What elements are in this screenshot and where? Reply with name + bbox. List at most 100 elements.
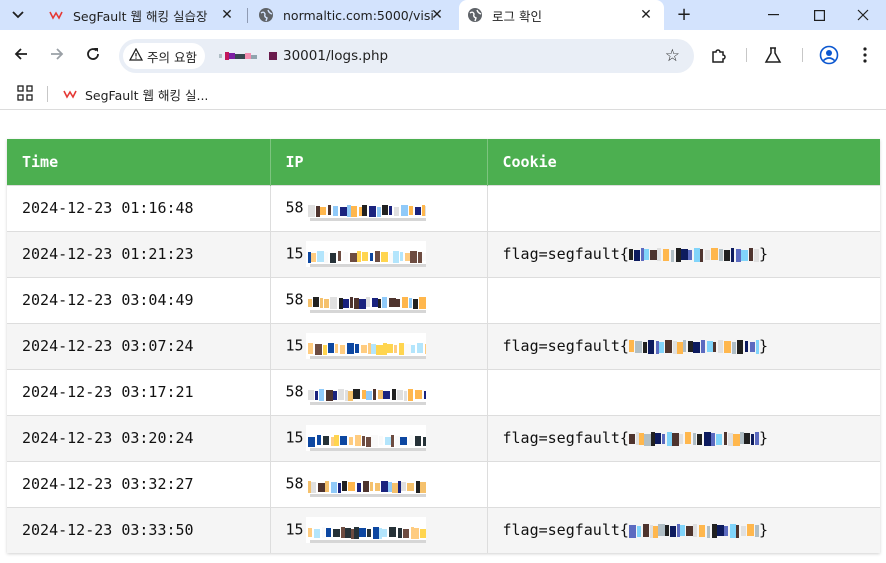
reload-icon <box>87 48 99 60</box>
redacted-host-icon <box>219 52 257 60</box>
profile-button[interactable] <box>818 44 840 66</box>
arrow-right-icon <box>51 48 64 60</box>
cell-ip: 15 <box>270 506 488 553</box>
browser-toolbar: 주의 요함 30001/logs.php ☆ <box>0 30 886 78</box>
cell-time: 2024-12-23 03:32:27 <box>7 460 271 507</box>
bookmarks-divider <box>47 86 48 102</box>
cell-ip: 15 <box>270 414 488 461</box>
flask-icon <box>764 47 782 63</box>
globe-icon <box>258 7 274 23</box>
redacted-flag-icon <box>628 431 760 446</box>
cookie-suffix: } <box>758 429 768 447</box>
segfault-logo-icon <box>48 7 64 23</box>
forward-button[interactable] <box>45 42 69 66</box>
redacted-ip-icon <box>305 517 427 544</box>
cell-time: 2024-12-23 03:17:21 <box>7 368 271 415</box>
segfault-logo-icon <box>62 86 78 102</box>
table-row: 2024-12-23 03:33:50 15 flag=segfault{} <box>7 506 880 553</box>
cell-cookie: flag=segfault{} <box>487 506 880 553</box>
redacted-flag-icon <box>628 339 763 354</box>
account-icon <box>819 45 839 65</box>
bookmark-star-icon[interactable]: ☆ <box>665 47 680 65</box>
page-content: Time IP Cookie 2024-12-23 01:16:48 58 2024… <box>0 111 886 563</box>
maximize-button[interactable] <box>796 0 842 30</box>
ip-prefix: 15 <box>285 428 304 447</box>
toolbar-divider <box>746 48 747 62</box>
ip-prefix: 58 <box>285 382 304 401</box>
bookmark-label: SegFault 웹 해킹 실... <box>85 87 209 103</box>
tab-segfault[interactable]: SegFault 웹 해킹 실습장 ✕ <box>40 0 245 30</box>
cookie-suffix: } <box>758 521 768 540</box>
cell-ip: 58 <box>270 460 488 507</box>
labs-button[interactable] <box>762 44 784 66</box>
maximize-icon <box>813 9 825 21</box>
cell-ip: 58 <box>270 184 488 231</box>
tab-divider <box>247 8 248 23</box>
cell-time: 2024-12-23 03:20:24 <box>7 414 271 461</box>
arrow-left-icon <box>14 48 27 60</box>
url-text[interactable]: 30001/logs.php <box>219 48 388 64</box>
close-icon[interactable]: ✕ <box>429 7 445 23</box>
ip-prefix: 58 <box>285 198 304 217</box>
globe-icon <box>467 7 483 23</box>
table-header-row: Time IP Cookie <box>7 139 880 185</box>
tab-title: normaltic.com:5000/visit_ <box>283 7 433 23</box>
redacted-ip-icon <box>305 379 428 405</box>
new-tab-button[interactable]: + <box>672 3 696 27</box>
close-window-button[interactable] <box>840 0 886 30</box>
redacted-ip-icon <box>305 333 428 359</box>
logs-table-body: 2024-12-23 01:16:48 58 2024-12-23 01:21:23… <box>7 184 880 553</box>
tab-visit[interactable]: normaltic.com:5000/visit_ ✕ <box>250 0 455 30</box>
table-row: 2024-12-23 03:17:21 58 <box>7 368 880 415</box>
table-row: 2024-12-23 01:16:48 58 <box>7 184 880 231</box>
tab-search-button[interactable] <box>4 3 32 27</box>
address-bar[interactable]: 주의 요함 30001/logs.php ☆ <box>119 39 694 73</box>
cell-time: 2024-12-23 01:21:23 <box>7 230 271 277</box>
cookie-suffix: } <box>758 245 768 263</box>
cell-cookie: flag=segfault{} <box>487 230 880 277</box>
minimize-icon <box>767 14 779 16</box>
apps-grid-icon[interactable] <box>17 85 35 103</box>
cell-cookie <box>487 368 880 415</box>
bookmarks-bar: SegFault 웹 해킹 실... <box>0 78 886 110</box>
cell-ip: 58 <box>270 276 488 323</box>
ip-prefix: 15 <box>285 244 304 263</box>
tab-strip: SegFault 웹 해킹 실습장 ✕ normaltic.com:5000/v… <box>0 0 886 30</box>
bookmark-segfault[interactable]: SegFault 웹 해킹 실... <box>62 84 208 104</box>
tab-title: SegFault 웹 해킹 실습장 <box>73 8 208 24</box>
cell-cookie <box>487 276 880 323</box>
ip-prefix: 58 <box>285 474 304 493</box>
minimize-button[interactable] <box>750 0 796 30</box>
security-warning-chip[interactable]: 주의 요함 <box>123 43 205 69</box>
cell-cookie: flag=segfault{} <box>487 322 880 369</box>
back-button[interactable] <box>9 42 33 66</box>
redacted-ip-icon <box>305 241 428 267</box>
cell-time: 2024-12-23 01:16:48 <box>7 184 271 231</box>
ip-prefix: 15 <box>285 336 304 355</box>
close-icon[interactable]: ✕ <box>219 7 235 23</box>
more-vert-icon <box>863 47 867 63</box>
cell-ip: 58 <box>270 368 488 415</box>
tab-logs-active[interactable]: 로그 확인 ✕ <box>459 0 664 30</box>
table-row: 2024-12-23 03:07:24 15 flag=segfault{} <box>7 322 880 369</box>
cell-ip: 15 <box>270 230 488 277</box>
logs-table: Time IP Cookie 2024-12-23 01:16:48 58 2024… <box>7 139 880 553</box>
reload-button[interactable] <box>81 42 105 66</box>
redacted-ip-icon <box>305 195 430 221</box>
chevron-down-icon <box>12 11 24 19</box>
ip-prefix: 15 <box>285 520 304 539</box>
ip-prefix: 58 <box>285 290 304 309</box>
cell-time: 2024-12-23 03:33:50 <box>7 506 271 553</box>
header-cookie: Cookie <box>487 139 880 185</box>
cookie-prefix: flag=segfault{ <box>502 429 629 447</box>
close-icon[interactable]: ✕ <box>638 7 654 23</box>
cell-time: 2024-12-23 03:07:24 <box>7 322 271 369</box>
redacted-ip-icon <box>305 471 426 497</box>
menu-button[interactable] <box>854 44 876 66</box>
cell-ip: 15 <box>270 322 488 369</box>
redacted-ip-icon <box>305 287 426 313</box>
cookie-suffix: } <box>758 337 768 355</box>
cookie-prefix: flag=segfault{ <box>502 245 629 263</box>
toolbar-divider <box>802 48 803 62</box>
extensions-button[interactable] <box>708 44 730 66</box>
